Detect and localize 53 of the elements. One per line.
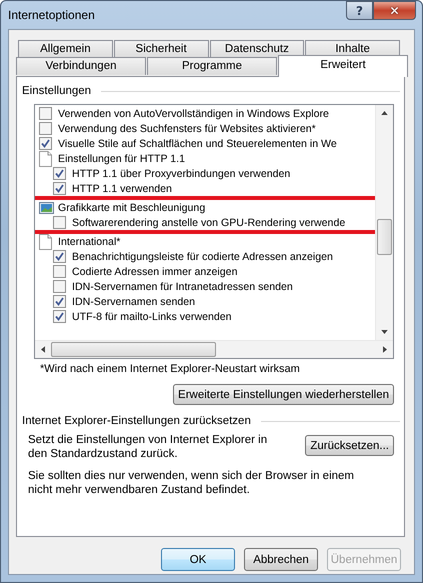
group-heading: Einstellungen xyxy=(22,85,92,97)
tab[interactable]: Allgemein xyxy=(18,40,113,58)
horizontal-scrollbar[interactable] xyxy=(35,340,393,358)
left-arrow-icon[interactable] xyxy=(41,346,45,353)
checkbox[interactable] xyxy=(39,137,52,150)
setting-label: Benachrichtigungsleiste für codierte Adressen anzeigen xyxy=(72,250,333,262)
restart-note: *Wird nach einem Internet Explorer-Neustart wirksam xyxy=(40,363,301,375)
checkbox[interactable] xyxy=(39,107,52,120)
tab[interactable]: Erweitert xyxy=(278,55,408,77)
setting-label: IDN-Servernamen senden xyxy=(72,296,196,308)
right-arrow-icon[interactable] xyxy=(383,346,387,353)
checkbox[interactable] xyxy=(53,310,66,323)
monitor-icon xyxy=(39,200,55,216)
window-title: Internetoptionen xyxy=(8,8,96,22)
tab[interactable]: Programme xyxy=(147,57,277,75)
help-button[interactable]: ? xyxy=(346,1,373,20)
setting-label: Verwendung des Suchfensters für Websites aktivieren* xyxy=(58,122,316,134)
reset-description: Setzt die Einstellungen von Internet Explorer in den Standardzustand zurück. xyxy=(28,433,268,461)
setting-label: HTTP 1.1 über Proxyverbindungen verwenden xyxy=(72,168,290,180)
vertical-scrollbar[interactable] xyxy=(375,105,393,340)
setting-label: HTTP 1.1 verwenden xyxy=(72,182,172,194)
cancel-button[interactable]: Abbrechen xyxy=(244,548,318,571)
ok-button[interactable]: OK xyxy=(161,548,235,571)
setting-label: Softwarerendering anstelle von GPU-Rendering verwende xyxy=(72,216,346,228)
category-label: Einstellungen für HTTP 1.1 xyxy=(58,152,185,164)
checkbox[interactable] xyxy=(53,265,66,278)
tab[interactable]: Sicherheit xyxy=(114,40,208,58)
checkbox[interactable] xyxy=(53,167,66,180)
setting-label: Visuelle Stile auf Schaltflächen und Steuerelementen in We xyxy=(58,138,337,150)
checkbox[interactable] xyxy=(39,122,52,135)
restore-button[interactable]: Erweiterte Einstellungen wiederherstellen xyxy=(173,384,394,405)
group-heading: Internet Explorer-Einstellungen zurücksetzen xyxy=(22,415,251,427)
checkbox[interactable] xyxy=(53,216,66,229)
category-label: International* xyxy=(58,236,120,248)
category-label: Grafikkarte mit Beschleunigung xyxy=(58,202,206,214)
checkbox[interactable] xyxy=(53,295,66,308)
down-arrow-icon[interactable] xyxy=(381,330,388,334)
scroll-thumb[interactable] xyxy=(51,342,216,357)
up-arrow-icon[interactable] xyxy=(381,111,388,115)
reset-button[interactable]: Zurücksetzen... xyxy=(305,435,394,456)
scroll-thumb[interactable] xyxy=(377,219,392,255)
checkbox[interactable] xyxy=(53,182,66,195)
setting-label: Codierte Adressen immer anzeigen xyxy=(72,266,238,278)
page-icon xyxy=(39,150,55,166)
setting-label: IDN-Servernamen für Intranetadressen senden xyxy=(72,280,293,292)
tab[interactable]: Verbindungen xyxy=(16,57,146,75)
checkbox[interactable] xyxy=(53,280,66,293)
reset-warning: Sie sollten dies nur verwenden, wenn sich der Browser in einem nicht mehr verwendbaren Zustand befindet. xyxy=(28,469,355,497)
setting-label: UTF-8 für mailto-Links verwenden xyxy=(72,310,232,322)
setting-label: Verwenden von AutoVervollständigen in Windows Explore xyxy=(58,108,329,120)
tab[interactable]: Datenschutz xyxy=(210,40,304,58)
close-button[interactable]: ✕ xyxy=(373,1,416,20)
checkbox[interactable] xyxy=(53,250,66,263)
